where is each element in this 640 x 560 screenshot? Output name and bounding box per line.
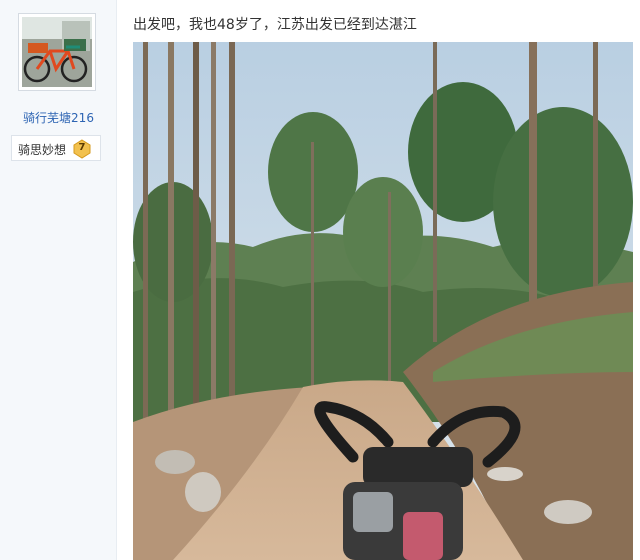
post-text: 出发吧，我也48岁了，江苏出发已经到达湛江 [133, 17, 417, 33]
level-badge-icon: 7 [72, 139, 92, 159]
author-sidebar: 骑行芜塘216 骑思妙想 7 [0, 0, 117, 560]
level-number: 7 [78, 142, 86, 153]
avatar[interactable] [18, 13, 96, 91]
post-page: 骑行芜塘216 骑思妙想 7 出发吧，我也48岁了，江苏出发已经到达湛江 [0, 0, 640, 560]
post-photo[interactable] [133, 42, 633, 560]
level-tag[interactable]: 骑思妙想 7 [11, 135, 101, 161]
forest-road-photo [133, 42, 633, 560]
bicycle-avatar-image [22, 17, 92, 87]
author-username[interactable]: 骑行芜塘216 [0, 109, 117, 126]
level-label: 骑思妙想 [18, 143, 67, 157]
